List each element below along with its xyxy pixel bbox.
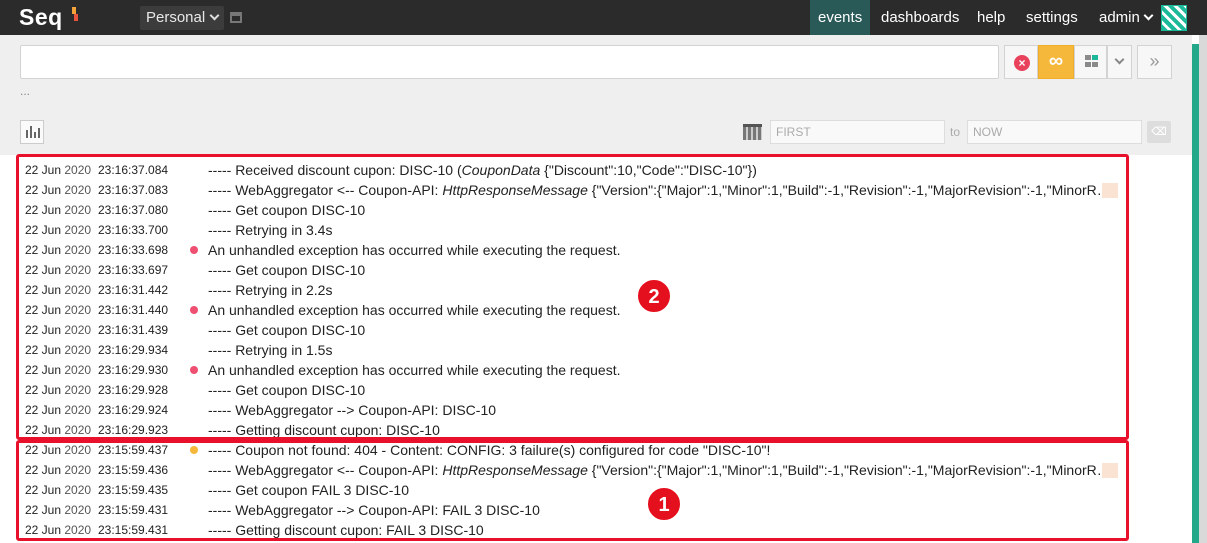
nav-help[interactable]: help — [969, 0, 1013, 35]
bar-chart-icon — [26, 130, 28, 138]
search-input[interactable] — [20, 45, 999, 79]
annotation-frame-2 — [16, 154, 1129, 440]
nav-events[interactable]: events — [810, 0, 871, 35]
range-from-input[interactable]: FIRST — [770, 120, 945, 144]
chevron-down-icon — [1114, 54, 1125, 65]
admin-label: admin — [1099, 9, 1140, 26]
grid-icon — [1085, 55, 1091, 60]
clear-range-button[interactable]: ⌫ — [1147, 121, 1171, 143]
nav-dashboards[interactable]: dashboards — [873, 0, 967, 35]
clear-filter-button[interactable]: × — [1004, 45, 1038, 79]
range-to-input[interactable]: NOW — [967, 120, 1142, 144]
seq-logo[interactable]: Seq — [19, 4, 63, 31]
scrollbar-track[interactable] — [1199, 35, 1207, 543]
top-nav-bar: Seq Personal events dashboards help sett… — [0, 0, 1207, 35]
query-hint: ... — [20, 84, 31, 98]
workspace-selector[interactable]: Personal — [140, 6, 225, 30]
user-avatar[interactable] — [1161, 5, 1187, 31]
histogram-toggle-button[interactable] — [20, 120, 44, 144]
annotation-badge-2: 2 — [637, 279, 671, 313]
workspace-label: Personal — [146, 9, 206, 26]
workspace-save-icon[interactable] — [230, 12, 242, 23]
signal-dropdown-button[interactable] — [1107, 45, 1132, 79]
calendar-icon[interactable] — [743, 124, 762, 140]
chevron-down-icon — [209, 10, 220, 21]
range-to-label: to — [950, 125, 961, 139]
annotation-badge-1: 1 — [647, 487, 681, 521]
chevron-down-icon — [1143, 10, 1154, 21]
clear-icon: × — [1014, 55, 1030, 71]
annotation-frame-1 — [16, 440, 1129, 541]
nav-admin-menu[interactable]: admin — [1091, 0, 1160, 35]
nav-settings[interactable]: settings — [1018, 0, 1086, 35]
signal-button[interactable] — [1074, 45, 1107, 79]
scrollbar-position-indicator[interactable] — [1192, 44, 1199, 543]
expand-panel-button[interactable]: » — [1137, 45, 1172, 79]
tail-button[interactable]: ∞ — [1038, 45, 1074, 79]
seq-logo-icon — [72, 7, 79, 21]
